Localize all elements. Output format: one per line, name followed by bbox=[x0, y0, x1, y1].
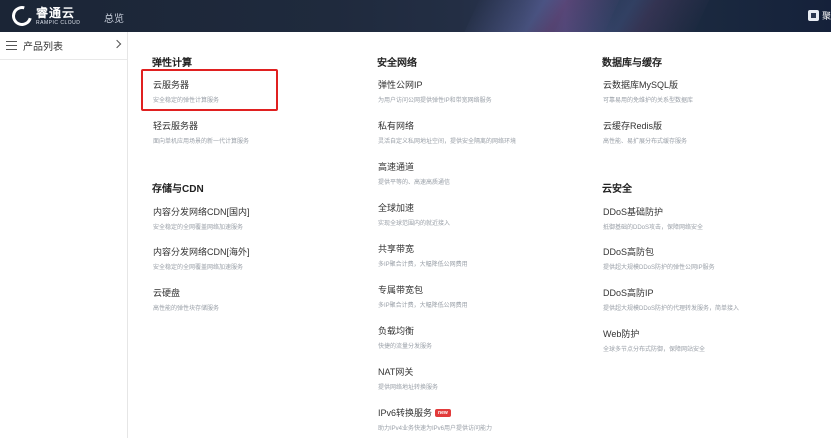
category-security-network: 安全网络 bbox=[377, 58, 417, 69]
product-description: 可靠易用的免维护的关系型数据库 bbox=[603, 98, 694, 104]
product-load-balancer[interactable]: 负载均衡 快捷的流量分发服务 bbox=[378, 324, 432, 350]
product-name: 高速通道 bbox=[378, 162, 415, 172]
logo-subtitle: RAMPIC CLOUD bbox=[36, 19, 81, 26]
product-name: IPv6转换服务 bbox=[378, 408, 433, 418]
product-name: DDoS基础防护 bbox=[603, 207, 664, 217]
product-name: Web防护 bbox=[603, 329, 640, 339]
product-nat-gateway[interactable]: NAT网关 提供网络地址转换服务 bbox=[378, 365, 438, 391]
sidebar: 产品列表 bbox=[0, 32, 128, 438]
product-express-connect[interactable]: 高速通道 提供平等的、高速高质通信 bbox=[378, 160, 450, 186]
nav-overview-link[interactable]: 总览 bbox=[104, 10, 124, 25]
product-description: 安全稳定的全网覆盖网络加速服务 bbox=[153, 225, 244, 231]
product-description: 高性能、易扩展分布式缓存服务 bbox=[603, 139, 688, 145]
product-light-cloud-server[interactable]: 轻云服务器 面向单机应用场景的新一代计算服务 bbox=[153, 119, 249, 145]
top-navigation-bar: 睿通云 RAMPIC CLOUD 总览 聚 bbox=[0, 0, 831, 32]
product-name: 专属带宽包 bbox=[378, 285, 424, 295]
category-database-cache: 数据库与缓存 bbox=[602, 58, 662, 69]
product-description: 助力IPv4业务快速为IPv6用户提供访问能力 bbox=[378, 426, 493, 432]
product-description: 提供平等的、高速高质通信 bbox=[378, 180, 451, 186]
category-elastic-compute: 弹性计算 bbox=[152, 58, 192, 69]
product-name: 私有网络 bbox=[378, 121, 415, 131]
product-web-protection[interactable]: Web防护 全球多节点分布式防御，保障网站安全 bbox=[603, 327, 705, 353]
product-description: 高性能的弹性块存储服务 bbox=[153, 306, 220, 312]
product-redis[interactable]: 云缓存Redis版 高性能、易扩展分布式缓存服务 bbox=[603, 119, 687, 145]
product-cdn-domestic[interactable]: 内容分发网络CDN[国内] 安全稳定的全网覆盖网络加速服务 bbox=[153, 205, 250, 231]
product-name: 云数据库MySQL版 bbox=[603, 80, 679, 90]
product-description: 多IP聚合计费，大幅降低公网费用 bbox=[378, 303, 468, 309]
product-name: 云缓存Redis版 bbox=[603, 121, 663, 131]
header-decoration bbox=[546, 0, 714, 32]
product-description: 提供超大规模DDoS防护的弹性公网IP服务 bbox=[603, 265, 715, 271]
product-description: 实现全球范围内的就近接入 bbox=[378, 221, 451, 227]
user-menu[interactable]: 聚 bbox=[807, 9, 831, 22]
product-name: DDoS高防包 bbox=[603, 247, 655, 257]
product-shared-bandwidth[interactable]: 共享带宽 多IP聚合计费，大幅降低公网费用 bbox=[378, 242, 468, 268]
product-name: 内容分发网络CDN[海外] bbox=[153, 247, 250, 257]
category-storage-cdn: 存储与CDN bbox=[152, 184, 204, 195]
product-dedicated-bandwidth[interactable]: 专属带宽包 多IP聚合计费，大幅降低公网费用 bbox=[378, 283, 468, 309]
new-badge: new bbox=[435, 409, 451, 417]
product-description: 多IP聚合计费，大幅降低公网费用 bbox=[378, 262, 468, 268]
product-name: DDoS高防IP bbox=[603, 288, 654, 298]
product-cdn-overseas[interactable]: 内容分发网络CDN[海外] 安全稳定的全网覆盖网络加速服务 bbox=[153, 245, 250, 271]
product-ddos-package[interactable]: DDoS高防包 提供超大规模DDoS防护的弹性公网IP服务 bbox=[603, 245, 715, 271]
product-name: NAT网关 bbox=[378, 367, 414, 377]
logo-name: 睿通云 bbox=[36, 5, 76, 20]
product-name: 云硬盘 bbox=[153, 288, 181, 298]
product-elastic-ip[interactable]: 弹性公网IP 为用户访问公网提供弹性IP和带宽网络服务 bbox=[378, 78, 492, 104]
product-vpc[interactable]: 私有网络 灵活自定义私网地址空间，提供安全隔离的网络环境 bbox=[378, 119, 516, 145]
list-icon bbox=[6, 41, 17, 50]
product-description: 全球多节点分布式防御，保障网站安全 bbox=[603, 347, 706, 353]
product-name: 弹性公网IP bbox=[378, 80, 423, 90]
product-cloud-disk[interactable]: 云硬盘 高性能的弹性块存储服务 bbox=[153, 286, 219, 312]
product-description: 快捷的流量分发服务 bbox=[378, 344, 433, 350]
product-description: 提供超大规模DDoS防护的代理转发服务，简单接入 bbox=[603, 306, 740, 312]
product-name: 负载均衡 bbox=[378, 326, 415, 336]
account-icon bbox=[807, 10, 819, 21]
product-description: 提供网络地址转换服务 bbox=[378, 385, 439, 391]
product-description: 为用户访问公网提供弹性IP和带宽网络服务 bbox=[378, 98, 492, 104]
product-description: 面向单机应用场景的新一代计算服务 bbox=[153, 139, 250, 145]
product-name: 内容分发网络CDN[国内] bbox=[153, 207, 250, 217]
brand-logo[interactable]: 睿通云 RAMPIC CLOUD bbox=[8, 2, 81, 30]
sidebar-title: 产品列表 bbox=[23, 42, 63, 53]
product-ddos-ip[interactable]: DDoS高防IP 提供超大规模DDoS防护的代理转发服务，简单接入 bbox=[603, 286, 739, 312]
product-description: 抵御基础的DDoS攻击，保障网络安全 bbox=[603, 225, 704, 231]
user-name-fragment: 聚 bbox=[821, 11, 831, 21]
product-name: 共享带宽 bbox=[378, 244, 415, 254]
product-description: 灵活自定义私网地址空间，提供安全隔离的网络环境 bbox=[378, 139, 517, 145]
product-ddos-basic[interactable]: DDoS基础防护 抵御基础的DDoS攻击，保障网络安全 bbox=[603, 205, 703, 231]
logo-icon bbox=[8, 2, 36, 30]
product-ipv6-translation[interactable]: IPv6转换服务 new 助力IPv4业务快速为IPv6用户提供访问能力 bbox=[378, 406, 492, 432]
product-name: 全球加速 bbox=[378, 203, 415, 213]
selection-highlight-box bbox=[141, 69, 278, 111]
product-global-acceleration[interactable]: 全球加速 实现全球范围内的就近接入 bbox=[378, 201, 450, 227]
product-list-toggle[interactable]: 产品列表 bbox=[0, 32, 127, 60]
category-cloud-security: 云安全 bbox=[602, 184, 632, 195]
product-name: 轻云服务器 bbox=[153, 121, 199, 131]
product-description: 安全稳定的全网覆盖网络加速服务 bbox=[153, 265, 244, 271]
product-mysql[interactable]: 云数据库MySQL版 可靠易用的免维护的关系型数据库 bbox=[603, 78, 693, 104]
